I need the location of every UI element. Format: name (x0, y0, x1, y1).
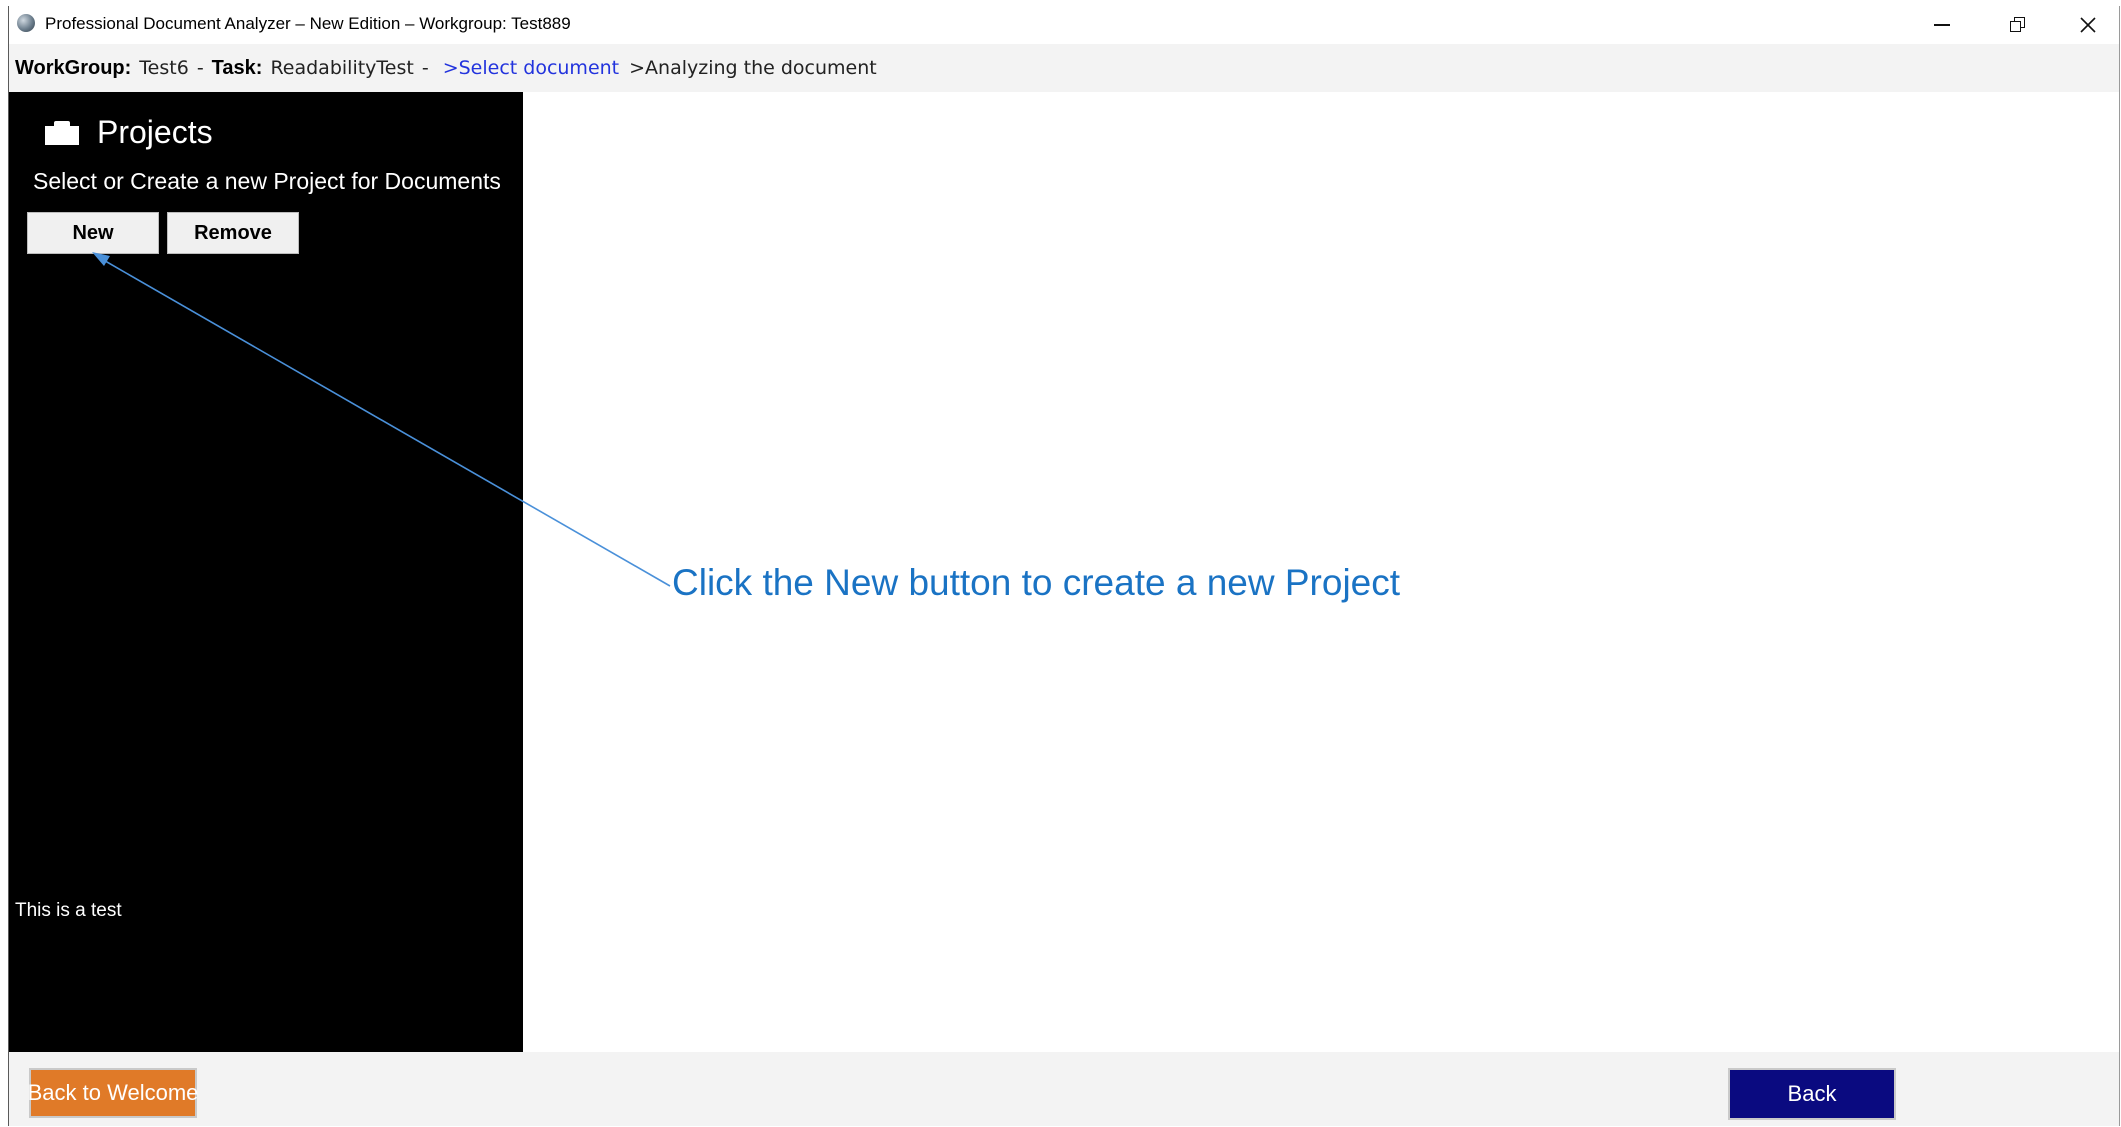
restore-icon (2010, 17, 2026, 33)
app-globe-icon (17, 14, 35, 32)
workgroup-label: WorkGroup: (15, 56, 132, 79)
close-button[interactable] (2053, 6, 2119, 44)
breadcrumb: WorkGroup: Test6 - Task: ReadabilityTest… (9, 44, 2119, 92)
back-button[interactable]: Back (1728, 1068, 1896, 1120)
projects-header: Projects (45, 114, 213, 151)
task-label: Task: (211, 56, 263, 79)
projects-subtitle: Select or Create a new Project for Docum… (33, 168, 501, 194)
minimize-icon (1934, 24, 1950, 26)
projects-title: Projects (97, 114, 213, 150)
back-to-welcome-button[interactable]: Back to Welcome (28, 1068, 198, 1118)
step-analyzing-document: >Analyzing the document (629, 57, 877, 79)
minimize-button[interactable] (1907, 6, 1977, 44)
title-bar: Professional Document Analyzer – New Edi… (9, 6, 2119, 44)
annotation-callout: Click the New button to create a new Pro… (672, 562, 1401, 603)
task-value: ReadabilityTest (270, 57, 414, 79)
step-select-document-link[interactable]: >Select document (443, 57, 619, 79)
new-project-button[interactable]: New (27, 212, 159, 254)
workgroup-value: Test6 (139, 57, 189, 79)
folder-icon (45, 120, 79, 145)
projects-sidebar: Projects Select or Create a new Project … (9, 92, 523, 1052)
footer-bar: Back to Welcome Back (9, 1052, 2119, 1126)
breadcrumb-separator: - (196, 57, 204, 79)
remove-project-button[interactable]: Remove (167, 212, 299, 254)
task-separator: - (421, 57, 429, 79)
project-note: This is a test (15, 900, 122, 921)
restore-button[interactable] (1983, 6, 2053, 44)
close-icon (2080, 17, 2096, 33)
window-title: Professional Document Analyzer – New Edi… (45, 14, 571, 33)
